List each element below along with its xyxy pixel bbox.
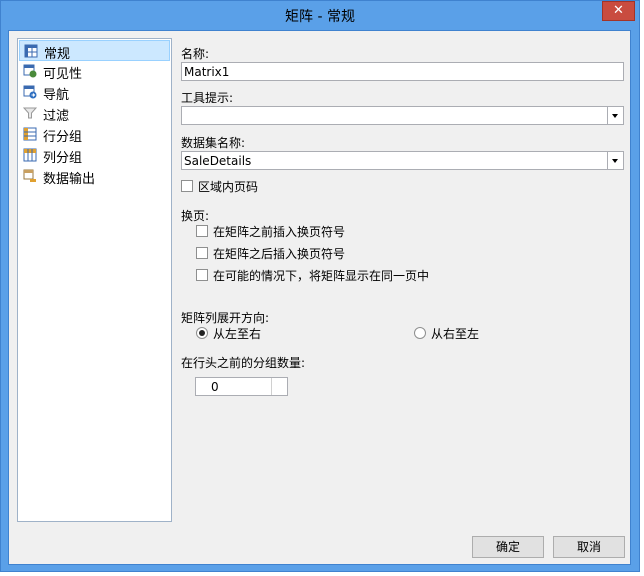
- column-group-icon: [23, 148, 37, 162]
- rtl-label: 从右至左: [431, 327, 480, 341]
- dialog-window: 矩阵 - 常规 ✕ 常规 可见性 导航 过滤 行分组 列分组 数据输出 名称: …: [0, 0, 640, 572]
- name-field[interactable]: Matrix1: [181, 62, 624, 81]
- nav-item-row-group[interactable]: 行分组: [19, 124, 170, 145]
- nav-item-filter[interactable]: 过滤: [19, 103, 170, 124]
- direction-label: 矩阵列展开方向:: [181, 311, 270, 325]
- tooltip-label: 工具提示:: [181, 91, 234, 105]
- dataset-combobox[interactable]: SaleDetails: [181, 151, 624, 170]
- nav-item-visibility[interactable]: 可见性: [19, 61, 170, 82]
- nav-item-navigation[interactable]: 导航: [19, 82, 170, 103]
- rtl-radio[interactable]: [414, 327, 426, 339]
- ltr-radio[interactable]: [196, 327, 208, 339]
- chevron-down-icon[interactable]: [607, 107, 623, 124]
- nav-list: 常规 可见性 导航 过滤 行分组 列分组 数据输出: [17, 38, 172, 522]
- nav-item-label: 常规: [44, 47, 71, 62]
- groups-before-value: 0: [211, 380, 219, 394]
- ok-button[interactable]: 确定: [472, 536, 544, 558]
- spinner-arrows-icon[interactable]: [271, 378, 287, 395]
- nav-item-column-group[interactable]: 列分组: [19, 145, 170, 166]
- keep-together-label: 在可能的情况下，将矩阵显示在同一页中: [213, 269, 430, 283]
- cancel-button[interactable]: 取消: [553, 536, 625, 558]
- dataset-value: SaleDetails: [184, 154, 252, 168]
- nav-item-label: 列分组: [43, 151, 83, 166]
- keep-together-checkbox[interactable]: [196, 269, 208, 281]
- window-title: 矩阵 - 常规: [285, 9, 355, 25]
- dataset-label: 数据集名称:: [181, 136, 246, 150]
- navigation-icon: [23, 85, 37, 99]
- page-in-region-checkbox[interactable]: [181, 180, 193, 192]
- ltr-label: 从左至右: [213, 327, 262, 341]
- name-value: Matrix1: [184, 65, 230, 79]
- matrix-general-icon: [24, 44, 38, 58]
- break-after-label: 在矩阵之后插入换页符号: [213, 247, 346, 261]
- dialog-client-area: 常规 可见性 导航 过滤 行分组 列分组 数据输出 名称: Matrix1 工具…: [8, 30, 631, 565]
- break-after-checkbox[interactable]: [196, 247, 208, 259]
- chevron-down-icon[interactable]: [607, 152, 623, 169]
- tooltip-combobox[interactable]: [181, 106, 624, 125]
- data-output-icon: [23, 169, 36, 182]
- close-button[interactable]: ✕: [602, 1, 635, 21]
- nav-item-data-output[interactable]: 数据输出: [19, 166, 170, 187]
- nav-item-general[interactable]: 常规: [19, 40, 170, 62]
- nav-item-label: 行分组: [43, 130, 83, 145]
- nav-item-label: 过滤: [43, 109, 70, 124]
- title-bar[interactable]: 矩阵 - 常规 ✕: [1, 1, 639, 30]
- visibility-icon: [23, 64, 37, 78]
- break-before-checkbox[interactable]: [196, 225, 208, 237]
- break-before-label: 在矩阵之前插入换页符号: [213, 225, 346, 239]
- row-group-icon: [23, 127, 37, 141]
- page-in-region-label: 区域内页码: [198, 180, 259, 194]
- nav-item-label: 数据输出: [43, 172, 96, 187]
- nav-item-label: 可见性: [43, 67, 83, 82]
- name-label: 名称:: [181, 47, 210, 61]
- groups-before-stepper[interactable]: 0: [195, 377, 288, 396]
- page-break-label: 换页:: [181, 209, 210, 223]
- groups-before-label: 在行头之前的分组数量:: [181, 356, 306, 370]
- filter-funnel-icon: [23, 107, 37, 119]
- nav-item-label: 导航: [43, 88, 70, 103]
